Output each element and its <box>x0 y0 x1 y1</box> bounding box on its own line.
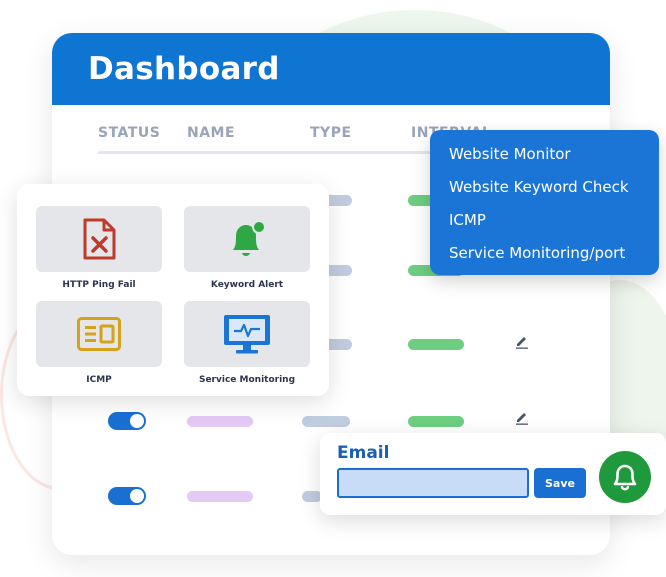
dashboard-header: Dashboard <box>52 33 610 105</box>
column-header-type: TYPE <box>310 125 352 141</box>
name-pill <box>187 491 253 502</box>
column-header-name: NAME <box>187 125 236 141</box>
alert-label-service-monitoring: Service Monitoring <box>198 375 296 385</box>
edit-icon[interactable] <box>514 333 530 349</box>
menu-item-icmp[interactable]: ICMP <box>449 209 659 242</box>
monitor-icon <box>224 315 270 354</box>
status-toggle[interactable] <box>108 487 146 505</box>
menu-item-website-keyword-check[interactable]: Website Keyword Check <box>449 176 659 209</box>
alert-tile-icmp[interactable] <box>36 301 162 367</box>
alert-tile-service-monitoring[interactable] <box>184 301 310 367</box>
menu-item-service-monitoring-port[interactable]: Service Monitoring/port <box>449 242 659 275</box>
name-pill <box>187 416 253 427</box>
monitor-type-dropdown: Website Monitor Website Keyword Check IC… <box>430 130 659 275</box>
alert-types-panel: HTTP Ping Fail Keyword Alert ICMP Servic… <box>17 184 329 396</box>
email-field[interactable] <box>337 468 529 498</box>
alert-tile-keyword-alert[interactable] <box>184 206 310 272</box>
notification-bell-button[interactable] <box>599 451 651 503</box>
icmp-icon <box>77 317 121 351</box>
alert-label-icmp: ICMP <box>86 375 112 385</box>
bell-icon <box>613 464 637 491</box>
alert-tile-http-ping-fail[interactable] <box>36 206 162 272</box>
save-button[interactable]: Save <box>534 468 586 498</box>
menu-item-website-monitor[interactable]: Website Monitor <box>449 143 659 176</box>
interval-pill <box>408 339 464 350</box>
alert-label-http-ping-fail: HTTP Ping Fail <box>62 280 136 290</box>
edit-icon[interactable] <box>514 409 530 425</box>
type-pill <box>302 491 322 502</box>
alert-label-keyword-alert: Keyword Alert <box>210 280 284 290</box>
status-toggle[interactable] <box>108 412 146 430</box>
type-pill <box>302 416 350 427</box>
file-error-icon <box>83 218 116 260</box>
page-title: Dashboard <box>88 51 280 87</box>
column-header-status: STATUS <box>98 125 161 141</box>
email-label: Email <box>337 443 390 463</box>
bell-notification-icon <box>233 220 266 256</box>
email-notification-card: Email Save <box>320 433 666 515</box>
interval-pill <box>408 416 464 427</box>
